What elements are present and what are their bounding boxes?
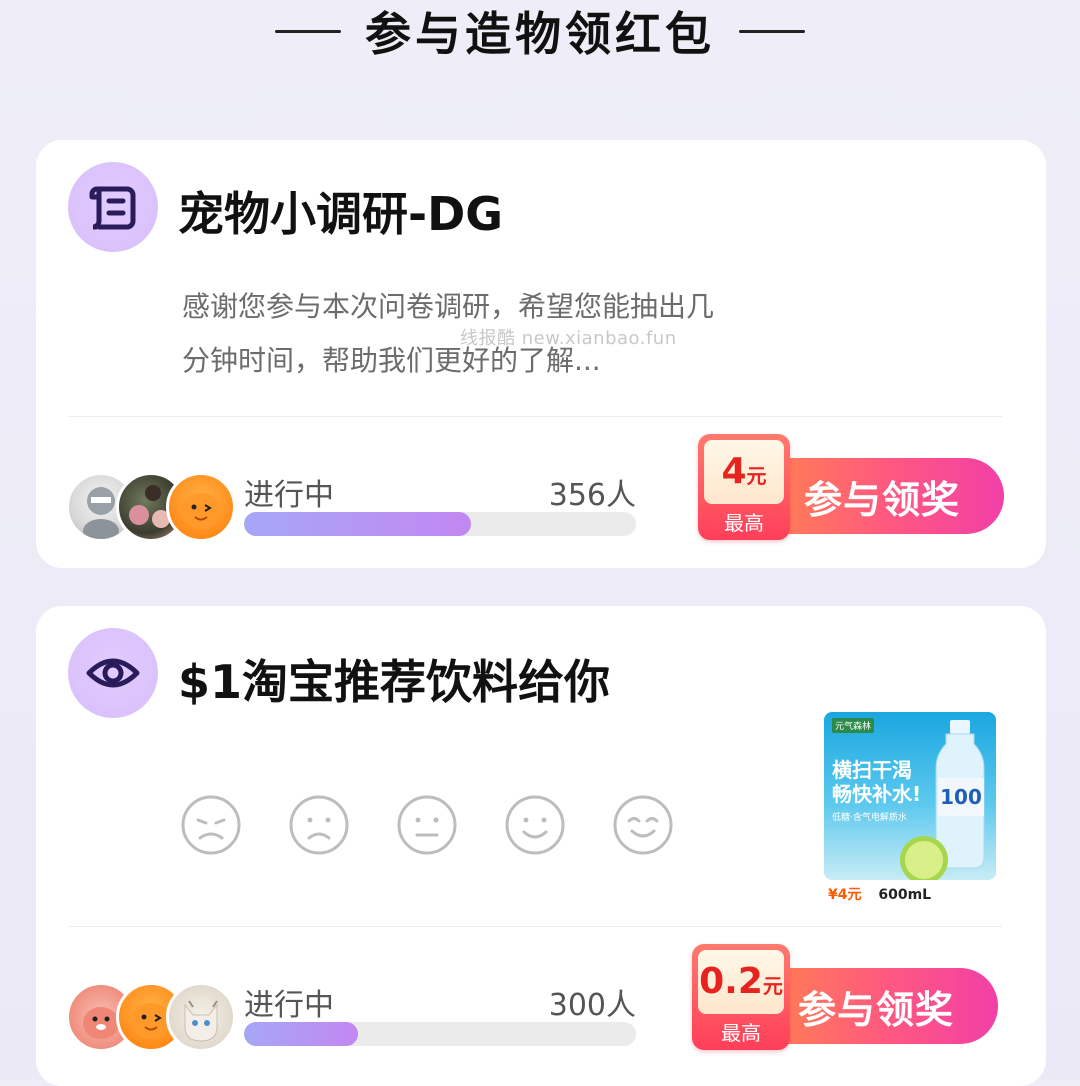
watermark-text: 线报酷 new.xianbao.fun [460,328,677,349]
neutral-face-icon[interactable] [396,794,458,856]
product-brand: 元气森林 [832,718,875,733]
product-price: ¥4元 [828,887,862,903]
eye-icon [68,628,158,718]
section-header: 参与造物领红包 [0,0,1080,62]
reward-amount: 4 [721,451,747,492]
progress-fill [244,512,472,536]
svg-text:100: 100 [940,785,982,809]
sad-face-icon[interactable] [288,794,350,856]
product-image[interactable]: 元气森林 横扫干渴 畅快补水! 低糖·含气电解质水 100 [824,712,996,880]
reward-amount: 0.2 [699,961,763,1002]
smile-face-icon[interactable] [504,794,566,856]
divider [68,416,1002,417]
product-price-row: ¥4元 600mL [828,884,931,904]
rating-faces [180,794,680,860]
reward-label: 最高 [721,1021,761,1045]
header-left-line [275,29,341,33]
reward-group[interactable]: 参与领奖 0.2 元 最高 [692,944,998,1050]
avatar [166,472,236,542]
status-text: 进行中 [244,988,334,1023]
participant-avatars [66,472,246,542]
product-slogan: 横扫干渴 畅快补水! [832,758,922,806]
progress-bar [244,512,636,536]
product-card[interactable]: 元气森林 横扫干渴 畅快补水! 低糖·含气电解质水 100 ¥4元 600mL [824,712,996,904]
scroll-icon [68,162,158,252]
divider [68,926,1002,927]
participant-count: 300人 [548,988,636,1023]
happy-face-icon[interactable] [612,794,674,856]
product-subtitle: 低糖·含气电解质水 [832,813,907,823]
avatar [166,982,236,1052]
reward-group[interactable]: 参与领奖 4 元 最高 [698,434,1004,540]
reward-unit: 元 [762,974,783,998]
participant-avatars [66,982,246,1052]
section-title: 参与造物领红包 [365,7,715,61]
header-right-line [739,29,805,33]
very-sad-face-icon[interactable] [180,794,242,856]
card-title: $1淘宝推荐饮料给你 [178,655,611,709]
card-title: 宠物小调研-DG [178,187,504,241]
max-reward-badge: 4 元 最高 [698,434,790,540]
lime-slice-icon [900,836,948,880]
max-reward-badge: 0.2 元 最高 [692,944,790,1050]
status-text: 进行中 [244,478,334,513]
progress-fill [244,1022,358,1046]
reward-unit: 元 [746,464,767,488]
survey-card[interactable]: 宠物小调研-DG 感谢您参与本次问卷调研，希望您能抽出几分钟时间，帮助我们更好的… [36,140,1046,568]
participant-count: 356人 [548,478,636,513]
progress-bar [244,1022,636,1046]
product-volume: 600mL [878,887,932,903]
survey-card[interactable]: $1淘宝推荐饮料给你 元气森林 横扫干渴 畅快补水! 低糖·含气电解质水 100… [36,606,1046,1086]
reward-label: 最高 [724,511,764,535]
